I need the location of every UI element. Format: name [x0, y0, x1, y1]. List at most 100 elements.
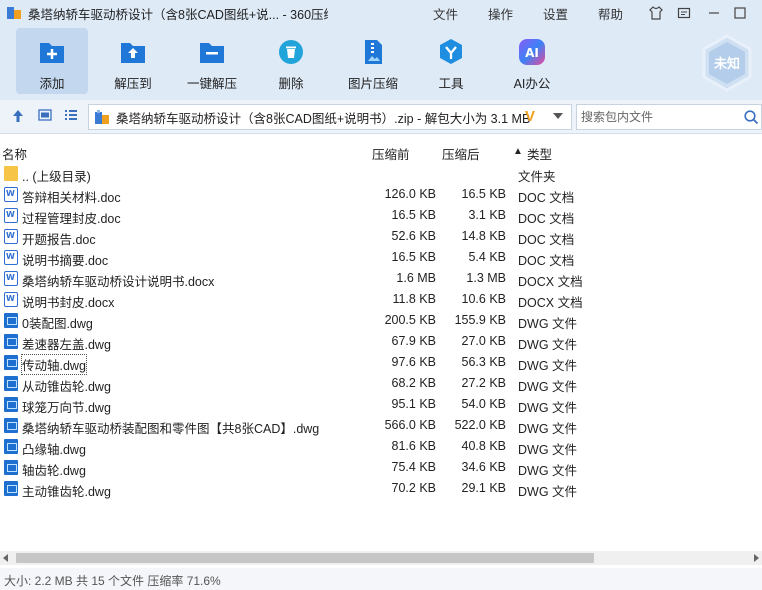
- file-type: DOC 文档: [518, 212, 575, 226]
- up-arrow-icon[interactable]: [12, 109, 24, 126]
- file-row[interactable]: 桑塔纳轿车驱动桥装配图和零件图【共8张CAD】.dwg 566.0 KB 522.0…: [0, 415, 762, 436]
- file-size-before: 11.8 KB: [392, 292, 436, 306]
- file-name: 桑塔纳轿车驱动桥设计说明书.docx: [22, 275, 215, 289]
- file-size-after: 40.8 KB: [461, 439, 506, 453]
- file-type: DWG 文件: [518, 401, 578, 415]
- one-click-extract-button[interactable]: 一键解压: [178, 28, 246, 94]
- feedback-icon[interactable]: [672, 0, 696, 26]
- menu-file[interactable]: 文件: [433, 4, 458, 23]
- window-title: 桑塔纳轿车驱动桥设计（含8张CAD图纸+说... - 360压缩: [28, 7, 328, 22]
- dwg-file-icon: [4, 355, 18, 370]
- file-size-after: 3.1 KB: [468, 208, 506, 222]
- file-row[interactable]: 传动轴.dwg 97.6 KB 56.3 KB DWG 文件: [0, 352, 762, 375]
- file-row[interactable]: 开题报告.doc 52.6 KB 14.8 KB DOC 文档: [0, 226, 762, 247]
- file-size-before: 52.6 KB: [391, 229, 436, 243]
- scroll-right-icon[interactable]: [754, 554, 759, 562]
- file-type: 文件夹: [518, 170, 556, 184]
- column-name[interactable]: 名称: [2, 144, 27, 163]
- menu-operation[interactable]: 操作: [488, 4, 513, 23]
- dwg-file-icon: [4, 376, 18, 391]
- column-before[interactable]: 压缩前: [372, 144, 410, 163]
- file-name: 答辩相关材料.doc: [22, 191, 121, 205]
- extract-icon: [118, 37, 148, 67]
- image-compress-icon: [358, 37, 388, 67]
- delete-button[interactable]: 删除: [260, 28, 322, 94]
- file-type: DOC 文档: [518, 254, 575, 268]
- file-size-after: 56.3 KB: [461, 355, 506, 369]
- file-name: 差速器左盖.dwg: [22, 338, 111, 352]
- title-bar: 桑塔纳轿车驱动桥设计（含8张CAD图纸+说... - 360压缩 文件 操作 设…: [0, 0, 762, 26]
- column-after[interactable]: 压缩后: [442, 144, 480, 163]
- file-name: 过程管理封皮.doc: [22, 212, 121, 226]
- file-row[interactable]: 0装配图.dwg 200.5 KB 155.9 KB DWG 文件: [0, 310, 762, 331]
- file-name: 轴齿轮.dwg: [22, 464, 86, 478]
- ai-office-icon: AI: [517, 37, 547, 67]
- file-row[interactable]: 说明书封皮.docx 11.8 KB 10.6 KB DOCX 文档: [0, 289, 762, 310]
- file-size-before: 81.6 KB: [391, 439, 436, 453]
- search-icon[interactable]: [743, 109, 759, 125]
- word-doc-icon: [4, 292, 18, 307]
- file-row[interactable]: 答辩相关材料.doc 126.0 KB 16.5 KB DOC 文档: [0, 184, 762, 205]
- zip-file-icon: [94, 109, 110, 125]
- dwg-file-icon: [4, 397, 18, 412]
- tools-button[interactable]: 工具: [420, 28, 482, 94]
- file-size-before: 200.5 KB: [384, 313, 436, 327]
- tools-label: 工具: [438, 77, 464, 91]
- detail-view-icon[interactable]: [38, 109, 52, 124]
- maximize-icon[interactable]: [728, 0, 752, 26]
- file-type: DOCX 文档: [518, 275, 583, 289]
- path-dropdown-icon[interactable]: [553, 113, 563, 119]
- file-name: 说明书摘要.doc: [22, 254, 109, 268]
- file-row[interactable]: 过程管理封皮.doc 16.5 KB 3.1 KB DOC 文档: [0, 205, 762, 226]
- file-size-after: 29.1 KB: [461, 481, 506, 495]
- unknown-badge[interactable]: 未知: [700, 34, 754, 92]
- search-input[interactable]: [577, 105, 737, 129]
- horizontal-scrollbar[interactable]: [0, 551, 762, 565]
- file-row[interactable]: 轴齿轮.dwg 75.4 KB 34.6 KB DWG 文件: [0, 457, 762, 478]
- scrollbar-thumb[interactable]: [16, 553, 594, 563]
- scroll-left-icon[interactable]: [3, 554, 8, 562]
- file-row[interactable]: 主动锥齿轮.dwg 70.2 KB 29.1 KB DWG 文件: [0, 478, 762, 499]
- dwg-file-icon: [4, 439, 18, 454]
- file-type: DWG 文件: [518, 464, 578, 478]
- status-text: 大小: 2.2 MB 共 15 个文件 压缩率 71.6%: [4, 574, 221, 588]
- file-row[interactable]: 凸缘轴.dwg 81.6 KB 40.8 KB DWG 文件: [0, 436, 762, 457]
- ai-office-button[interactable]: AI AI办公: [500, 28, 564, 94]
- menu-settings[interactable]: 设置: [543, 4, 568, 23]
- file-row[interactable]: .. (上级目录) 文件夹: [0, 163, 762, 184]
- image-compress-button[interactable]: 图片压缩: [340, 28, 406, 94]
- file-size-before: 126.0 KB: [384, 187, 436, 201]
- file-size-before: 95.1 KB: [391, 397, 436, 411]
- verified-icon[interactable]: V: [525, 108, 535, 125]
- address-row: 桑塔纳轿车驱动桥设计（含8张CAD图纸+说明书）.zip - 解包大小为 3.1…: [0, 100, 762, 134]
- add-button[interactable]: 添加: [16, 28, 88, 94]
- dwg-file-icon: [4, 460, 18, 475]
- column-type[interactable]: 类型: [527, 144, 552, 163]
- file-row[interactable]: 差速器左盖.dwg 67.9 KB 27.0 KB DWG 文件: [0, 331, 762, 352]
- minimize-icon[interactable]: [702, 0, 726, 26]
- file-row[interactable]: 桑塔纳轿车驱动桥设计说明书.docx 1.6 MB 1.3 MB DOCX 文档: [0, 268, 762, 289]
- file-row[interactable]: 从动锥齿轮.dwg 68.2 KB 27.2 KB DWG 文件: [0, 373, 762, 394]
- one-click-extract-label: 一键解压: [186, 77, 237, 91]
- menu-help[interactable]: 帮助: [598, 4, 623, 23]
- word-doc-icon: [4, 229, 18, 244]
- path-bar[interactable]: 桑塔纳轿车驱动桥设计（含8张CAD图纸+说明书）.zip - 解包大小为 3.1…: [88, 104, 572, 130]
- file-size-before: 67.9 KB: [391, 334, 436, 348]
- file-size-after: 14.8 KB: [461, 229, 506, 243]
- delete-label: 删除: [278, 77, 304, 91]
- word-doc-icon: [4, 271, 18, 286]
- file-type: DWG 文件: [518, 359, 578, 373]
- file-size-before: 97.6 KB: [391, 355, 436, 369]
- file-row[interactable]: 球笼万向节.dwg 95.1 KB 54.0 KB DWG 文件: [0, 394, 762, 415]
- status-bar: 大小: 2.2 MB 共 15 个文件 压缩率 71.6%: [0, 568, 762, 590]
- extract-to-button[interactable]: 解压到: [98, 28, 168, 94]
- file-size-before: 566.0 KB: [384, 418, 436, 432]
- add-label: 添加: [39, 77, 65, 91]
- folder-icon: [4, 166, 18, 181]
- skin-icon[interactable]: [644, 0, 668, 26]
- file-size-before: 16.5 KB: [391, 208, 436, 222]
- file-row[interactable]: 说明书摘要.doc 16.5 KB 5.4 KB DOC 文档: [0, 247, 762, 268]
- list-view-icon[interactable]: [64, 109, 78, 124]
- delete-icon: [276, 37, 306, 67]
- file-type: DWG 文件: [518, 338, 578, 352]
